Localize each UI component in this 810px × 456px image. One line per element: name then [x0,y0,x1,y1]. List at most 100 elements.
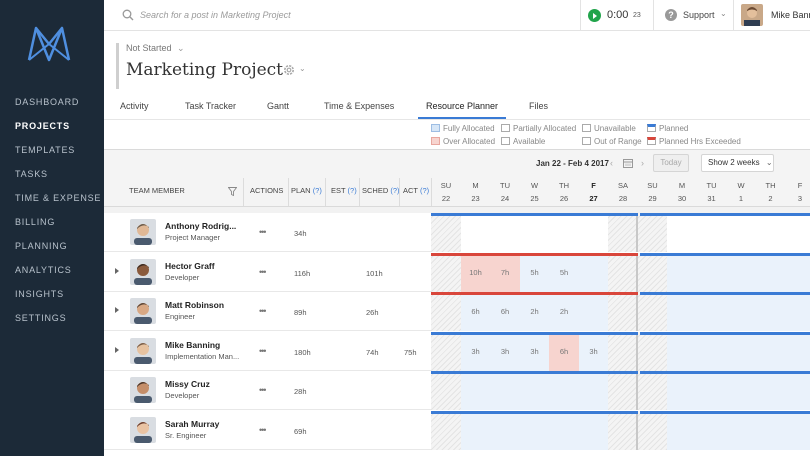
range-select[interactable]: Show 2 weeks ⌄ [701,154,774,172]
chevron-down-icon[interactable]: ⌄ [299,64,306,73]
day-cell[interactable] [519,371,550,410]
day-cell[interactable] [578,410,609,450]
day-cell[interactable] [578,252,609,292]
day-cell[interactable] [667,213,697,252]
tab-task-tracker[interactable]: Task Tracker [185,101,236,119]
sidebar-item-settings[interactable]: SETTINGS [15,312,101,336]
day-cell[interactable] [696,292,727,331]
day-cell[interactable] [667,410,697,450]
day-cell[interactable]: 7h [490,252,520,292]
table-row[interactable]: Sarah Murray Sr. Engineer ••• 69h [104,410,810,450]
day-cell[interactable] [637,410,668,450]
day-cell[interactable] [578,213,609,252]
day-cell[interactable] [460,371,491,410]
day-cell[interactable] [755,371,786,410]
day-cell[interactable] [696,213,727,252]
day-cell[interactable] [578,371,609,410]
day-cell[interactable]: 2h [519,292,550,331]
day-cell[interactable]: 6h [460,292,491,331]
day-cell[interactable]: 6h [549,331,579,371]
filter-icon[interactable] [228,187,237,196]
day-cell[interactable]: 10h [460,252,491,292]
tab-activity[interactable]: Activity [120,101,149,119]
day-cell[interactable] [608,371,638,410]
day-cell[interactable]: 3h [519,331,550,371]
today-button[interactable]: Today [653,154,689,172]
day-cell[interactable] [696,252,727,292]
day-cell[interactable] [637,292,668,331]
sidebar-item-templates[interactable]: TEMPLATES [15,144,101,168]
table-row[interactable]: Anthony Rodrig... Project Manager ••• 34h [104,213,810,252]
day-cell[interactable] [755,213,786,252]
day-cell[interactable] [637,213,668,252]
expand-caret-icon[interactable] [115,267,119,274]
support-menu[interactable]: ? Support ⌄ [653,0,733,31]
tab-gantt[interactable]: Gantt [267,101,289,119]
member-name[interactable]: Sarah Murray [165,419,219,429]
day-cell[interactable] [519,213,550,252]
day-cell[interactable] [608,331,638,371]
day-cell[interactable] [431,292,461,331]
day-cell[interactable] [549,371,579,410]
tab-time-expenses[interactable]: Time & Expenses [324,101,394,119]
day-cell[interactable] [549,410,579,450]
day-cell[interactable]: 5h [519,252,550,292]
day-cell[interactable] [637,252,668,292]
help-link[interactable]: (?) [348,186,357,195]
user-menu[interactable]: Mike Banning [733,0,810,31]
day-cell[interactable] [785,371,810,410]
column-team-member[interactable]: TEAM MEMBER [129,186,185,195]
day-cell[interactable] [667,331,697,371]
day-cell[interactable] [785,410,810,450]
day-cell[interactable] [460,213,491,252]
more-actions-icon[interactable]: ••• [259,306,267,316]
more-actions-icon[interactable]: ••• [259,385,267,395]
day-cell[interactable] [460,410,491,450]
sidebar-item-dashboard[interactable]: DASHBOARD [15,96,101,120]
more-actions-icon[interactable]: ••• [259,227,267,237]
day-cell[interactable] [549,213,579,252]
day-cell[interactable] [431,371,461,410]
sidebar-item-time-expense[interactable]: TIME & EXPENSE [15,192,101,216]
day-cell[interactable] [755,292,786,331]
day-cell[interactable] [431,331,461,371]
sidebar-item-planning[interactable]: PLANNING [15,240,101,264]
day-cell[interactable] [608,213,638,252]
day-cell[interactable]: 3h [578,331,609,371]
table-row[interactable]: Matt Robinson Engineer ••• 89h 26h 6h 6h 2h 2h [104,292,810,331]
sidebar-item-billing[interactable]: BILLING [15,216,101,240]
tab-files[interactable]: Files [529,101,548,119]
gear-icon[interactable] [282,63,296,77]
day-cell[interactable] [667,292,697,331]
status-dropdown[interactable]: Not Started ⌄ [126,43,185,54]
day-cell[interactable] [637,331,668,371]
expand-caret-icon[interactable] [115,307,119,313]
day-cell[interactable] [785,292,810,331]
mavenlink-logo[interactable] [26,24,72,64]
day-cell[interactable] [726,213,756,252]
more-actions-icon[interactable]: ••• [259,346,267,356]
day-cell[interactable] [726,331,756,371]
day-cell[interactable] [637,371,668,410]
more-actions-icon[interactable]: ••• [259,425,267,435]
day-cell[interactable] [785,331,810,371]
table-row[interactable]: Mike Banning Implementation Man... ••• 180h… [104,331,810,371]
member-name[interactable]: Hector Graff [165,261,215,271]
play-icon[interactable] [588,9,601,22]
calendar-icon[interactable] [623,158,633,168]
day-cell[interactable] [785,213,810,252]
day-cell[interactable]: 3h [460,331,491,371]
day-cell[interactable] [726,252,756,292]
help-link[interactable]: (?) [313,186,322,195]
sidebar-item-analytics[interactable]: ANALYTICS [15,264,101,288]
day-cell[interactable] [431,252,461,292]
day-cell[interactable] [608,252,638,292]
member-name[interactable]: Missy Cruz [165,379,210,389]
member-name[interactable]: Matt Robinson [165,300,224,310]
timer[interactable]: 0:00 23 [580,0,652,31]
day-cell[interactable]: 2h [549,292,579,331]
member-name[interactable]: Anthony Rodrig... [165,221,236,231]
sidebar-item-insights[interactable]: INSIGHTS [15,288,101,312]
sidebar-item-tasks[interactable]: TASKS [15,168,101,192]
day-cell[interactable] [755,410,786,450]
